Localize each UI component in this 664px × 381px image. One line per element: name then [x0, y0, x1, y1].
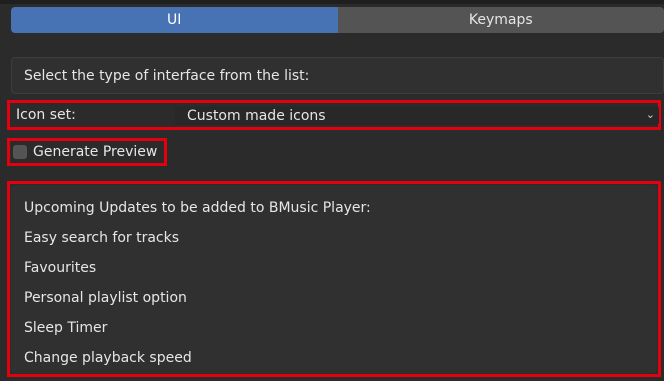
update-item: Sleep Timer: [24, 320, 108, 336]
tab-bar: UI Keymaps: [11, 7, 664, 33]
chevron-down-icon: ⌄: [645, 108, 655, 121]
update-item: Personal playlist option: [24, 290, 187, 306]
info-box: Select the type of interface from the li…: [11, 57, 664, 94]
icon-set-label: Icon set:: [16, 107, 76, 123]
icon-set-row: Icon set: Custom made icons ⌄: [7, 100, 661, 130]
tab-ui[interactable]: UI: [11, 7, 338, 33]
addon-preferences-panel: UI Keymaps Select the type of interface …: [0, 0, 664, 381]
update-item: Easy search for tracks: [24, 230, 180, 246]
icon-set-selected-value: Custom made icons: [187, 107, 326, 124]
info-text: Select the type of interface from the li…: [24, 67, 310, 84]
generate-preview-toggle[interactable]: Generate Preview: [7, 138, 167, 166]
upcoming-updates-panel: Upcoming Updates to be added to BMusic P…: [11, 185, 657, 373]
top-band: [0, 0, 664, 4]
update-item: Favourites: [24, 260, 97, 276]
updates-heading: Upcoming Updates to be added to BMusic P…: [24, 200, 371, 216]
generate-preview-checkbox[interactable]: [13, 145, 27, 159]
icon-set-dropdown[interactable]: Custom made icons ⌄: [175, 106, 659, 125]
update-item: Change playback speed: [24, 350, 192, 366]
tab-keymaps[interactable]: Keymaps: [337, 7, 664, 33]
generate-preview-label: Generate Preview: [33, 144, 158, 160]
upcoming-updates-box: Upcoming Updates to be added to BMusic P…: [7, 181, 661, 377]
